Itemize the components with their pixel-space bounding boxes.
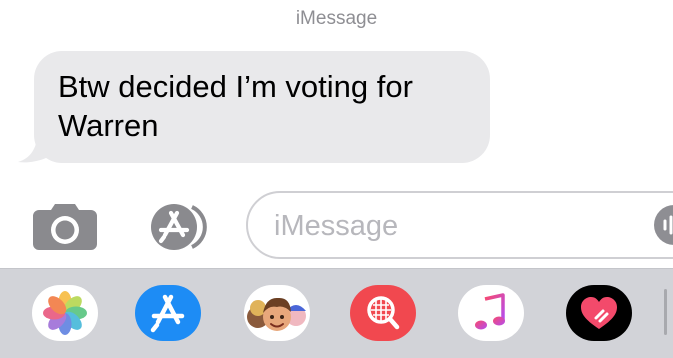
drawer-divider (664, 289, 667, 335)
apps-button[interactable] (140, 203, 212, 251)
digital-touch-icon (581, 297, 617, 329)
app-drawer (0, 268, 673, 358)
message-input-field[interactable] (246, 191, 673, 259)
app-store-icon (151, 204, 207, 250)
memoji-icon (247, 297, 306, 331)
app-store-icon (150, 294, 185, 333)
audio-button[interactable] (654, 205, 673, 245)
music-icon (475, 293, 505, 330)
photos-icon (43, 291, 87, 335)
audio-input-icon (663, 215, 673, 235)
digital-touch-app-button[interactable] (566, 285, 632, 341)
service-label: iMessage (295, 8, 378, 29)
memoji-app-button[interactable] (244, 285, 310, 341)
app-store-app-button[interactable] (135, 285, 201, 341)
photos-app-button[interactable] (32, 285, 98, 341)
message-text: Btw decided I’m voting for Warren (58, 69, 413, 143)
camera-icon (33, 204, 97, 250)
music-app-button[interactable] (458, 285, 524, 341)
image-search-icon (367, 296, 400, 330)
image-search-app-button[interactable] (350, 285, 416, 341)
message-input[interactable] (272, 205, 636, 247)
received-message-bubble[interactable]: Btw decided I’m voting for Warren (34, 51, 490, 163)
camera-button[interactable] (33, 204, 97, 250)
